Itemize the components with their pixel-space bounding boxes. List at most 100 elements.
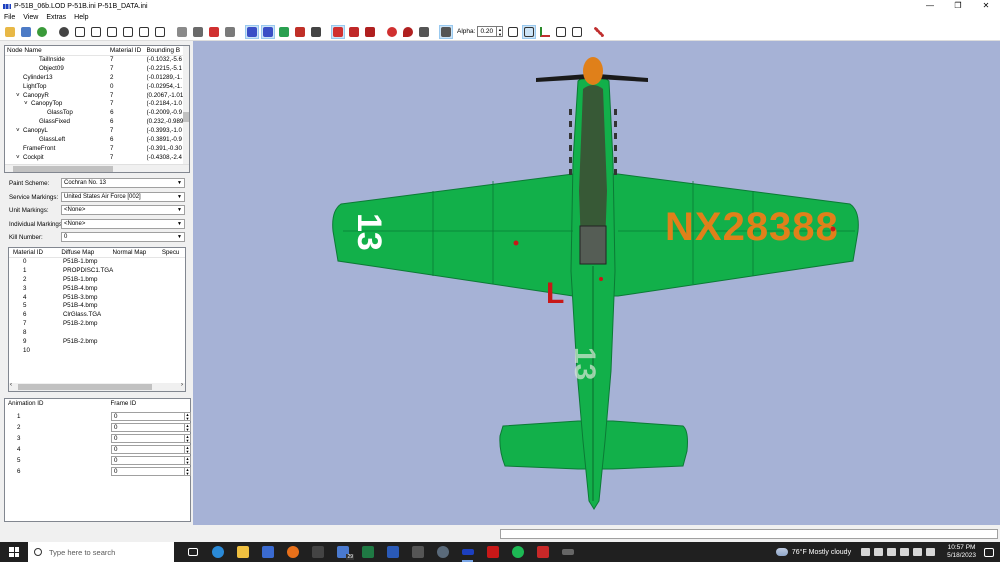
alpha-spinner[interactable]: ▲ ▼ bbox=[497, 26, 504, 37]
material-list[interactable]: Material ID Diffuse Map Normal Map Specu… bbox=[8, 247, 186, 392]
tree-vscrollbar[interactable] bbox=[183, 46, 189, 166]
render-blue-1-button[interactable] bbox=[245, 24, 259, 39]
material-row[interactable]: 8 bbox=[9, 329, 185, 338]
notification-icon[interactable] bbox=[984, 547, 994, 557]
mail-button[interactable]: 29 bbox=[334, 542, 354, 562]
task-view-button[interactable] bbox=[184, 542, 201, 562]
frame-id-spinner[interactable]: ▲ ▼ bbox=[185, 467, 191, 476]
chevron-down-icon[interactable]: ˅ bbox=[24, 100, 31, 109]
material-row[interactable]: 4 P51B-3.bmp bbox=[9, 294, 185, 303]
kill-number-select[interactable]: 0 ▼ bbox=[61, 232, 185, 242]
frame-id-spinner[interactable]: ▲ ▼ bbox=[185, 412, 191, 421]
frame-id-input[interactable]: 0 bbox=[111, 467, 185, 476]
tree-row[interactable]: GlassLeft 6 (-0.3891,-0.9 bbox=[5, 136, 189, 145]
render-red-2-button[interactable] bbox=[347, 25, 361, 39]
tools-button[interactable] bbox=[592, 25, 606, 39]
view-cube-1-button[interactable] bbox=[73, 25, 87, 39]
render-sphere-button[interactable] bbox=[385, 25, 399, 39]
frame-id-input[interactable]: 0 bbox=[111, 445, 185, 454]
shield-app-button[interactable] bbox=[534, 542, 551, 562]
scroll-left-icon[interactable]: ‹ bbox=[10, 382, 12, 388]
texture-button[interactable] bbox=[35, 25, 49, 39]
misc-app-button[interactable] bbox=[559, 542, 576, 562]
frame-id-spinner[interactable]: ▲ ▼ bbox=[185, 434, 191, 443]
menu-file[interactable]: File bbox=[0, 12, 19, 23]
view-cube-6-button[interactable] bbox=[153, 25, 167, 39]
save-button[interactable] bbox=[19, 25, 33, 39]
tree-row[interactable]: ˅ Cockpit 7 (-0.4308,-2.4 bbox=[5, 154, 189, 163]
tree-row[interactable]: ˅ CanopyR 7 (0.2067,-1.01 bbox=[5, 92, 189, 101]
3d-viewport[interactable]: NX28388 13 13 L bbox=[193, 41, 1000, 525]
acrobat-button[interactable] bbox=[484, 542, 501, 562]
clock[interactable]: 10:57 PM 5/18/2023 bbox=[947, 544, 976, 560]
alpha-input[interactable]: 0.20 bbox=[477, 26, 498, 37]
file-explorer-button[interactable] bbox=[234, 542, 251, 562]
tree-hscrollbar[interactable] bbox=[5, 164, 189, 172]
frame-id-spinner[interactable]: ▲ ▼ bbox=[185, 456, 191, 465]
store-button[interactable] bbox=[259, 542, 276, 562]
view-cube-5-button[interactable] bbox=[137, 25, 151, 39]
minimize-button[interactable]: — bbox=[916, 0, 944, 12]
notion-button[interactable] bbox=[309, 542, 326, 562]
frame-id-input[interactable]: 0 bbox=[111, 423, 185, 432]
frame-id-spinner[interactable]: ▲ ▼ bbox=[185, 445, 191, 454]
individual-markings-select[interactable]: <None> ▼ bbox=[61, 219, 185, 229]
box-button[interactable] bbox=[554, 25, 568, 39]
close-button[interactable]: ✕ bbox=[972, 0, 1000, 12]
tree-vscroll-thumb[interactable] bbox=[183, 112, 189, 122]
aircraft-render[interactable]: NX28388 13 13 L bbox=[193, 41, 1000, 525]
firefox-button[interactable] bbox=[284, 542, 301, 562]
word-button[interactable] bbox=[384, 542, 401, 562]
scroll-right-icon[interactable]: › bbox=[181, 382, 183, 388]
chevron-down-icon[interactable]: ˅ bbox=[16, 92, 23, 101]
material-hscroll-thumb[interactable] bbox=[18, 384, 152, 390]
tray-app-icon[interactable] bbox=[900, 548, 910, 556]
zoom-button[interactable] bbox=[57, 25, 71, 39]
menu-help[interactable]: Help bbox=[70, 12, 92, 23]
tray-app-icon[interactable] bbox=[887, 548, 897, 556]
shade-gray-2-button[interactable] bbox=[191, 25, 205, 39]
tree-row[interactable]: ˅ CanopyTop 7 (-0.2184,-1.0 bbox=[5, 100, 189, 109]
material-row[interactable]: 6 ClrGlass.TGA bbox=[9, 311, 185, 320]
shade-gray-3-button[interactable] bbox=[223, 25, 237, 39]
material-row[interactable]: 2 P51B-1.bmp bbox=[9, 276, 185, 285]
weather-widget[interactable]: 76°F Mostly cloudy bbox=[775, 548, 851, 556]
col-specular[interactable]: Specu bbox=[162, 248, 185, 257]
tree-row[interactable]: GlassTop 6 (-0.2009,-0.9 bbox=[5, 109, 189, 118]
col-diffuse-map[interactable]: Diffuse Map bbox=[61, 248, 112, 257]
tree-hscroll-thumb[interactable] bbox=[13, 166, 113, 172]
render-drop-button[interactable] bbox=[401, 25, 415, 39]
tree-row[interactable]: LightTop 0 (-0.02954,-1. bbox=[5, 83, 189, 92]
material-row[interactable]: 5 P51B-4.bmp bbox=[9, 302, 185, 311]
material-row[interactable]: 7 P51B-2.bmp bbox=[9, 320, 185, 329]
col-material-id[interactable]: Material ID bbox=[13, 248, 61, 257]
node-tree[interactable]: Node Name Material ID Bounding B TailIns… bbox=[4, 45, 190, 173]
view-cube-2-button[interactable] bbox=[89, 25, 103, 39]
open-folder-button[interactable] bbox=[3, 25, 17, 39]
tree-row[interactable]: GlassFixed 6 (0.232,-0.989 bbox=[5, 118, 189, 127]
app-button[interactable] bbox=[434, 542, 451, 562]
excel-button[interactable] bbox=[359, 542, 376, 562]
material-hscrollbar[interactable]: ‹ › bbox=[9, 382, 185, 391]
material-row[interactable]: 1 PROPDISC1.TGA bbox=[9, 267, 185, 276]
material-row[interactable]: 9 P51B-2.bmp bbox=[9, 338, 185, 347]
tree-row[interactable]: Cylinder13 2 (-0.01289,-1. bbox=[5, 74, 189, 83]
shade-gray-1-button[interactable] bbox=[175, 25, 189, 39]
frame-button[interactable] bbox=[506, 25, 520, 39]
frame-id-input[interactable]: 0 bbox=[111, 456, 185, 465]
service-markings-select[interactable]: United States Air Force [002] ▼ bbox=[61, 192, 185, 202]
lod-viewer-button[interactable] bbox=[459, 542, 476, 562]
spotify-button[interactable] bbox=[509, 542, 526, 562]
render-shape-button[interactable] bbox=[417, 25, 431, 39]
frame-id-spinner[interactable]: ▲ ▼ bbox=[185, 423, 191, 432]
render-green-button[interactable] bbox=[277, 25, 291, 39]
material-row[interactable]: 0 P51B-1.bmp bbox=[9, 258, 185, 267]
chevron-up-icon[interactable] bbox=[861, 548, 871, 556]
chevron-down-icon[interactable]: ˅ bbox=[16, 154, 23, 163]
view-cube-4-button[interactable] bbox=[121, 25, 135, 39]
menu-view[interactable]: View bbox=[19, 12, 42, 23]
unit-markings-select[interactable]: <None> ▼ bbox=[61, 205, 185, 215]
grid-button[interactable] bbox=[522, 24, 537, 39]
frame-id-input[interactable]: 0 bbox=[111, 412, 185, 421]
render-blue-2-button[interactable] bbox=[261, 24, 275, 39]
